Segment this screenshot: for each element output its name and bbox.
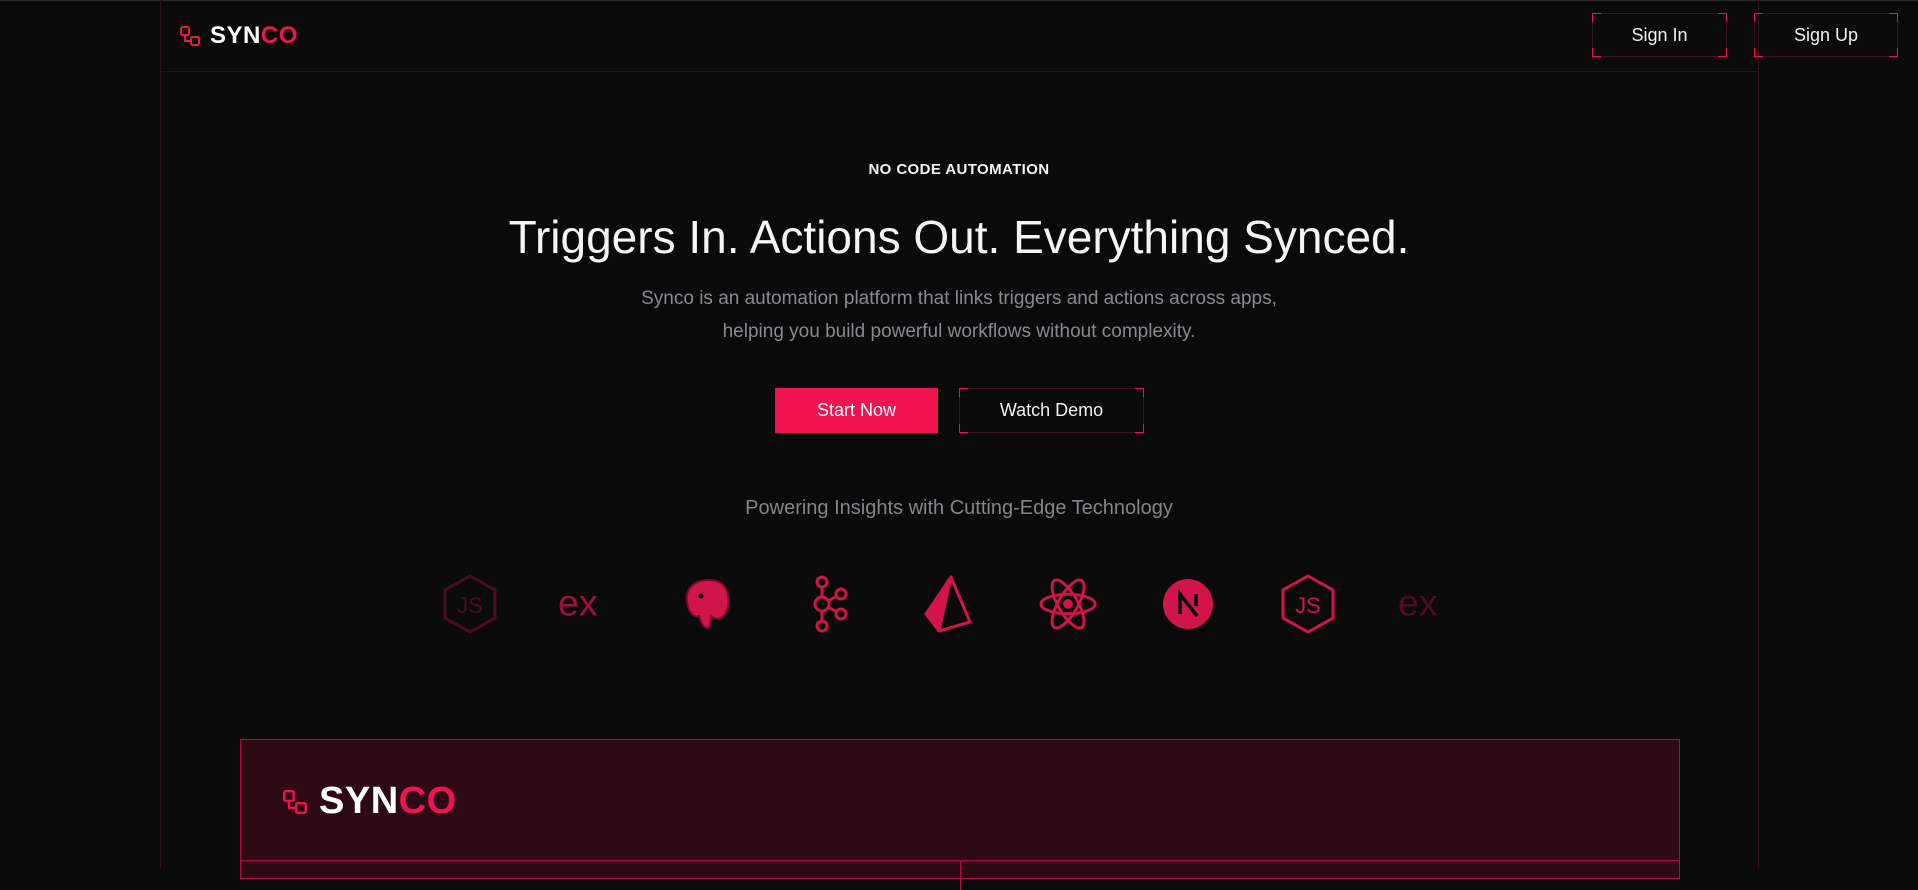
frame-line-left xyxy=(160,0,161,868)
brand-name: SYNCO xyxy=(210,22,298,49)
navbar: SYNCO Sign In Sign Up xyxy=(160,0,1898,71)
hero-subtitle: Synco is an automation platform that lin… xyxy=(559,282,1359,348)
card-divider-vertical xyxy=(960,860,961,890)
start-now-button[interactable]: Start Now xyxy=(775,388,938,433)
watch-demo-label: Watch Demo xyxy=(999,400,1104,420)
svg-text:ex: ex xyxy=(1398,584,1438,623)
express-icon: ex xyxy=(1398,572,1458,636)
react-icon xyxy=(1038,572,1098,636)
sign-up-button[interactable]: Sign Up xyxy=(1754,13,1898,57)
hero-subtitle-line-1: Synco is an automation platform that lin… xyxy=(641,288,1277,309)
postgresql-icon xyxy=(678,572,738,636)
svg-text:JS: JS xyxy=(457,593,483,618)
nodejs-icon: JS xyxy=(1278,572,1338,636)
sign-in-label: Sign In xyxy=(1631,24,1688,45)
feature-card: SYNCO xyxy=(240,739,1680,890)
svg-text:ex: ex xyxy=(558,584,598,623)
nav-divider xyxy=(160,71,1759,72)
tech-logos-row: JS ex JS ex xyxy=(440,572,1460,636)
frame-line-right xyxy=(1758,0,1759,868)
card-brand-logo: SYNCO xyxy=(283,780,457,823)
hero-subtitle-line-2: helping you build powerful workflows wit… xyxy=(722,321,1196,342)
nodejs-icon: JS xyxy=(440,572,500,636)
hero-eyebrow: NO CODE AUTOMATION xyxy=(868,161,1050,178)
svg-text:JS: JS xyxy=(1295,593,1321,618)
tech-heading: Powering Insights with Cutting-Edge Tech… xyxy=(745,497,1173,519)
prisma-icon xyxy=(918,572,978,636)
card-brand-name: SYNCO xyxy=(319,780,457,822)
sign-up-label: Sign Up xyxy=(1793,24,1859,45)
nextjs-icon xyxy=(1158,572,1218,636)
express-icon: ex xyxy=(558,572,618,636)
synco-logo-icon xyxy=(180,26,200,46)
sign-in-button[interactable]: Sign In xyxy=(1592,13,1727,57)
hero-headline: Triggers In. Actions Out. Everything Syn… xyxy=(508,211,1410,263)
synco-logo-icon xyxy=(283,789,307,814)
kafka-icon xyxy=(798,572,858,636)
brand-logo[interactable]: SYNCO xyxy=(180,22,298,50)
watch-demo-button[interactable]: Watch Demo xyxy=(959,388,1144,433)
